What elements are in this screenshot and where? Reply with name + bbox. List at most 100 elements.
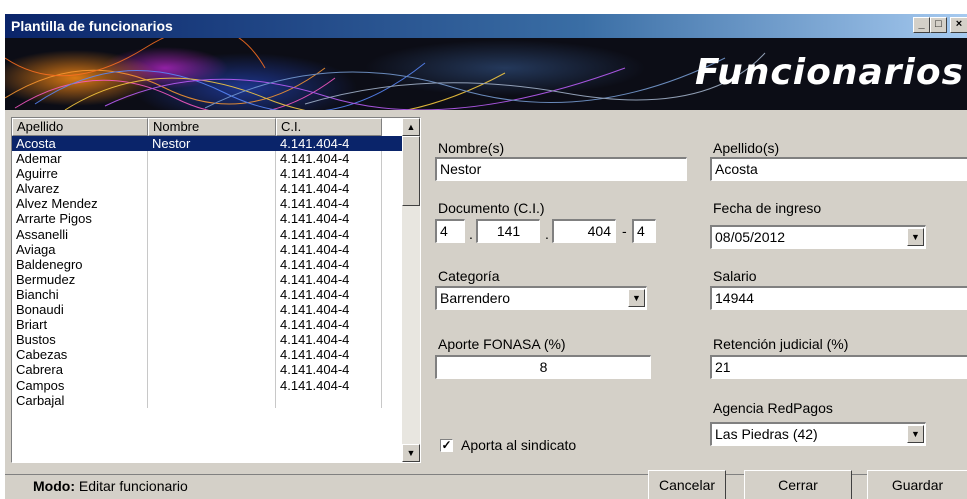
table-cell-apellido: Alvarez <box>12 181 148 197</box>
salario-input[interactable]: 14944 <box>710 286 967 310</box>
table-cell-nombre <box>148 226 276 242</box>
save-button[interactable]: Guardar <box>867 470 967 499</box>
fecha-ingreso-picker[interactable]: 08/05/2012 ▼ <box>710 225 926 249</box>
minimize-button[interactable]: _ <box>913 17 930 33</box>
retencion-input[interactable]: 21 <box>710 355 967 379</box>
chevron-down-icon[interactable]: ▼ <box>907 228 924 246</box>
banner-title: Funcionarios <box>695 52 964 93</box>
close-button[interactable]: Cerrar <box>744 470 852 499</box>
table-cell-ci: 4.141.404-4 <box>276 302 382 318</box>
list-header: Apellido Nombre C.I. <box>12 118 402 136</box>
apellido-input[interactable]: Acosta <box>710 157 967 181</box>
table-cell-nombre <box>148 241 276 257</box>
table-cell-apellido: Carbajal <box>12 392 148 408</box>
fonasa-label: Aporte FONASA (%) <box>438 336 566 352</box>
table-row[interactable]: Aviaga 4.141.404-4 <box>12 241 402 257</box>
window-title: Plantilla de funcionarios <box>11 18 173 34</box>
scroll-thumb[interactable] <box>402 136 420 206</box>
table-row[interactable]: Bustos 4.141.404-4 <box>12 332 402 348</box>
table-row[interactable]: Campos 4.141.404-4 <box>12 377 402 393</box>
column-header-nombre[interactable]: Nombre <box>148 118 276 136</box>
table-cell-ci: 4.141.404-4 <box>276 166 382 182</box>
chevron-down-icon[interactable]: ▼ <box>628 289 645 307</box>
header-banner: Funcionarios <box>5 38 967 110</box>
column-header-apellido[interactable]: Apellido <box>12 118 148 136</box>
documento-part-4-input[interactable]: 4 <box>632 219 656 243</box>
table-row[interactable]: Ademar 4.141.404-4 <box>12 151 402 167</box>
nombre-input[interactable]: Nestor <box>435 157 687 181</box>
table-cell-nombre <box>148 271 276 287</box>
table-cell-apellido: Campos <box>12 377 148 393</box>
table-cell-nombre <box>148 151 276 167</box>
categoria-select[interactable]: Barrendero ▼ <box>435 286 647 310</box>
documento-part-2-input[interactable]: 141 <box>476 219 540 243</box>
table-cell-ci: 4.141.404-4 <box>276 211 382 227</box>
table-cell-ci: 4.141.404-4 <box>276 136 382 152</box>
table-row[interactable]: Alvarez 4.141.404-4 <box>12 181 402 197</box>
close-window-button[interactable]: × <box>950 17 967 33</box>
documento-separator-3: - <box>622 223 627 239</box>
table-cell-nombre <box>148 166 276 182</box>
table-cell-ci: 4.141.404-4 <box>276 362 382 378</box>
maximize-button[interactable]: □ <box>930 17 947 33</box>
chevron-down-icon[interactable]: ▼ <box>907 425 924 443</box>
table-cell-nombre <box>148 211 276 227</box>
table-cell-apellido: Briart <box>12 317 148 333</box>
employee-list[interactable]: Apellido Nombre C.I. Acosta Nestor 4.141.4… <box>11 117 421 463</box>
table-row[interactable]: Baldenegro 4.141.404-4 <box>12 256 402 272</box>
mode-value: Editar funcionario <box>78 478 188 494</box>
sindicato-checkbox[interactable]: ✓ <box>440 439 453 452</box>
table-row[interactable]: Arrarte Pigos 4.141.404-4 <box>12 211 402 227</box>
categoria-label: Categoría <box>438 268 500 284</box>
scroll-down-arrow-icon[interactable]: ▼ <box>402 444 420 462</box>
table-cell-apellido: Bonaudi <box>12 302 148 318</box>
table-cell-apellido: Bermudez <box>12 271 148 287</box>
documento-label: Documento (C.I.) <box>438 200 545 216</box>
nombre-label: Nombre(s) <box>438 140 505 156</box>
table-cell-ci: 4.141.404-4 <box>276 151 382 167</box>
table-cell-nombre <box>148 256 276 272</box>
mode-status: Modo: Editar funcionario <box>33 478 188 494</box>
table-row[interactable]: Aguirre 4.141.404-4 <box>12 166 402 182</box>
table-row[interactable]: Bianchi 4.141.404-4 <box>12 286 402 303</box>
table-row[interactable]: Assanelli 4.141.404-4 <box>12 226 402 242</box>
retencion-label: Retención judicial (%) <box>713 336 849 352</box>
main-window: Plantilla de funcionarios _ □ × Funciona… <box>4 14 967 499</box>
apellido-label: Apellido(s) <box>713 140 780 156</box>
scroll-up-arrow-icon[interactable]: ▲ <box>402 118 420 136</box>
table-cell-apellido: Cabrera <box>12 362 148 378</box>
categoria-select-value: Barrendero <box>440 290 511 306</box>
documento-separator-1: . <box>469 226 473 242</box>
table-row[interactable]: Cabezas 4.141.404-4 <box>12 347 402 363</box>
table-row[interactable]: Acosta Nestor 4.141.404-4 <box>12 136 402 152</box>
table-row[interactable]: Alvez Mendez 4.141.404-4 <box>12 196 402 212</box>
table-cell-nombre <box>148 362 276 378</box>
table-cell-nombre <box>148 302 276 318</box>
table-row[interactable]: Cabrera 4.141.404-4 <box>12 362 402 378</box>
fonasa-input[interactable]: 8 <box>435 355 651 379</box>
table-cell-nombre <box>148 286 276 303</box>
table-row[interactable]: Bermudez 4.141.404-4 <box>12 271 402 287</box>
table-cell-nombre: Nestor <box>148 136 276 152</box>
documento-part-3-input[interactable]: 404 <box>552 219 616 243</box>
column-header-ci[interactable]: C.I. <box>276 118 382 136</box>
cancel-button[interactable]: Cancelar <box>648 470 726 499</box>
agencia-label: Agencia RedPagos <box>713 400 833 416</box>
table-row[interactable]: Bonaudi 4.141.404-4 <box>12 302 402 318</box>
table-cell-nombre <box>148 181 276 197</box>
table-cell-nombre <box>148 377 276 393</box>
agencia-select[interactable]: Las Piedras (42) ▼ <box>710 422 926 446</box>
table-row[interactable]: Briart 4.141.404-4 <box>12 317 402 333</box>
table-cell-apellido: Aguirre <box>12 166 148 182</box>
table-cell-ci: 4.141.404-4 <box>276 196 382 212</box>
title-bar[interactable]: Plantilla de funcionarios _ □ × <box>5 14 967 38</box>
table-cell-apellido: Assanelli <box>12 226 148 242</box>
table-cell-apellido: Bustos <box>12 332 148 348</box>
table-cell-ci: 4.141.404-4 <box>276 226 382 242</box>
list-rows: Acosta Nestor 4.141.404-4 Ademar 4.141.404-4… <box>12 136 402 408</box>
list-scrollbar[interactable]: ▲ ▼ <box>402 118 420 462</box>
documento-part-1-input[interactable]: 4 <box>435 219 465 243</box>
table-cell-apellido: Alvez Mendez <box>12 196 148 212</box>
table-cell-ci: 4.141.404-4 <box>276 377 382 393</box>
table-row[interactable]: Carbajal <box>12 392 402 408</box>
